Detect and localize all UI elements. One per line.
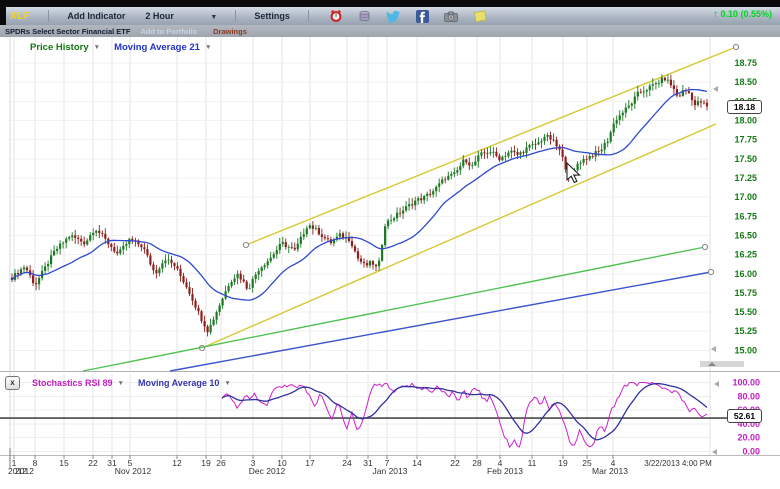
trading-app-window: XLF Add Indicator 2 Hour ▼ Settings ↑ 0.… [0,0,780,489]
trendline-support-green [83,247,705,371]
last-bar-timestamp: 3/22/2013 4:00 PM [644,459,712,468]
stoch-pane-header: x Stochastics RSI 89 ▼ Moving Average 10… [5,376,231,390]
trendline-support-blue [170,272,711,371]
price-axis-label: 17.25 [734,173,757,183]
price-axis-label: 17.00 [734,192,757,202]
trendline-handle [243,242,248,247]
price-axis-label: 18.00 [734,115,757,125]
stoch-axis-label: 80.00 [737,391,760,401]
stoch-axis-label: 0.00 [742,447,760,457]
price-axis-label: 17.75 [734,135,757,145]
close-pane-button[interactable]: x [5,376,20,390]
x-axis-day-label: 19 [558,458,568,468]
axis-marker-icon [713,86,718,92]
trendline-handle [702,244,707,249]
price-axis-label: 18.50 [734,77,757,87]
x-axis-day-label: 28 [472,458,482,468]
x-axis-day-label: 22 [450,458,460,468]
x-axis-month-label: Dec 2012 [249,466,286,476]
price-axis-label: 16.00 [734,269,757,279]
x-axis-month-label: Jan 2013 [373,466,408,476]
price-axis-label: 15.50 [734,307,757,317]
chevron-down-icon[interactable]: ▼ [205,44,211,51]
stoch-axis-label: 20.00 [737,433,760,443]
price-history-dropdown[interactable]: Price History [30,42,89,53]
trendline-channel-upper [246,47,736,245]
trendline-handle [733,44,738,49]
price-axis-label: 18.75 [734,58,757,68]
x-axis-month-label: Nov 2012 [115,466,152,476]
x-axis-day-label: 22 [88,458,98,468]
moving-average-21-dropdown[interactable]: Moving Average 21 [114,42,200,53]
axis-marker-icon [712,449,717,455]
price-axis-label: 16.25 [734,250,757,260]
price-axis-label: 15.25 [734,326,757,336]
chevron-down-icon[interactable]: ▼ [94,44,100,51]
candles-up-bodies [14,78,699,333]
stoch-axis-label: 100.00 [732,378,760,388]
x-axis-day-label: 11 [528,458,537,468]
chevron-down-icon[interactable]: ▼ [118,380,124,387]
x-axis-day-label: 19 [201,458,211,468]
trendline-channel-lower [202,124,716,348]
price-axis-label: 15.75 [734,288,757,298]
x-axis-day-label: 14 [412,458,422,468]
candles-down-bodies [11,78,708,332]
x-axis-month-label: Feb 2013 [487,466,523,476]
last-stoch-value-box: 52.61 [727,409,762,423]
splitter-corner [700,361,744,367]
stochastics-rsi-dropdown[interactable]: Stochastics RSI 89 [32,378,113,388]
moving-average-21-line [12,90,707,301]
x-axis-day-label: 17 [305,458,315,468]
trendline-handle [708,269,713,274]
x-axis-month-label: 2012 [15,466,34,476]
price-axis-label: 17.50 [734,154,757,164]
chevron-down-icon[interactable]: ▼ [224,380,230,387]
x-axis-day-label: 24 [342,458,352,468]
x-axis-day-label: 25 [582,458,592,468]
last-price-box: 18.18 [727,100,762,114]
price-axis-label: 16.75 [734,211,757,221]
price-axis-label: 16.50 [734,230,757,240]
x-axis-day-label: 12 [172,458,182,468]
price-pane-header: Price History ▼ Moving Average 21 ▼ [30,40,211,54]
moving-average-10-dropdown[interactable]: Moving Average 10 [138,378,219,388]
candles-down-wicks [12,75,707,337]
x-axis-month-label: Mar 2013 [592,466,628,476]
price-axis-label: 15.00 [734,345,757,355]
axis-marker-icon [711,346,716,352]
candles-up-wicks [15,74,698,335]
x-axis-day-label: 26 [216,458,226,468]
x-axis-day-label: 15 [59,458,69,468]
axis-marker-icon [714,381,719,387]
chart-canvas[interactable]: 18.7518.5018.2518.0017.7517.5017.2517.00… [0,0,780,489]
